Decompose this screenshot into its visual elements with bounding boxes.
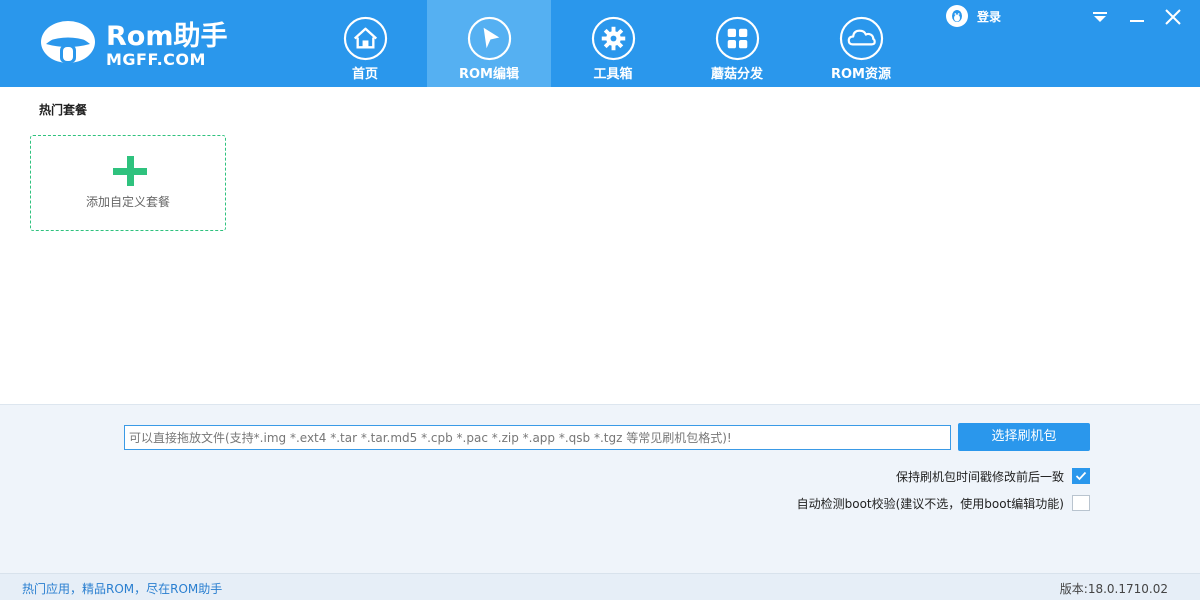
app-logo: Rom助手 MGFF.COM — [40, 20, 260, 70]
checkmark-icon — [1075, 471, 1087, 481]
login-button[interactable]: 登录 — [946, 5, 1001, 27]
dropdown-icon — [1093, 12, 1107, 22]
nav-tab-rom-edit[interactable]: ROM编辑 — [427, 0, 551, 87]
status-bar: 热门应用，精品ROM，尽在ROM助手 版本:18.0.1710.02 — [0, 573, 1200, 600]
mushroom-logo-icon — [41, 21, 95, 63]
app-logo-subtitle: MGFF.COM — [106, 50, 206, 69]
option-boot-check[interactable]: 自动检测boot校验(建议不选，使用boot编辑功能) — [797, 494, 1090, 512]
nav-tab-home-label: 首页 — [351, 67, 378, 82]
option-keep-timestamp-checkbox[interactable] — [1072, 468, 1090, 484]
grid-icon — [715, 16, 760, 61]
version-label: 版本:18.0.1710.02 — [1059, 582, 1168, 596]
nav-tab-toolbox[interactable]: 工具箱 — [551, 0, 675, 87]
option-boot-check-checkbox[interactable] — [1072, 495, 1090, 511]
gear-icon — [591, 16, 636, 61]
close-icon — [1165, 9, 1181, 25]
flash-file-drop-input[interactable] — [124, 425, 951, 450]
add-custom-package-card[interactable]: 添加自定义套餐 — [30, 135, 226, 231]
title-bar: Rom助手 MGFF.COM 首页 ROM编辑 工具箱 蘑菇分发 ROM资源 登… — [0, 0, 1200, 87]
home-icon — [343, 16, 388, 61]
cloud-icon — [839, 16, 884, 61]
option-keep-timestamp[interactable]: 保持刷机包时间戳修改前后一致 — [896, 467, 1090, 485]
menu-dropdown-button[interactable] — [1088, 6, 1112, 28]
option-boot-check-label: 自动检测boot校验(建议不选，使用boot编辑功能) — [796, 496, 1064, 511]
section-title-hot-packages: 热门套餐 — [39, 103, 88, 117]
close-button[interactable] — [1161, 6, 1185, 28]
nav-tab-rom-resources[interactable]: ROM资源 — [799, 0, 923, 87]
choose-flash-package-button[interactable]: 选择刷机包 — [958, 423, 1090, 451]
nav-tab-toolbox-label: 工具箱 — [593, 67, 633, 82]
main-nav: 首页 ROM编辑 工具箱 蘑菇分发 ROM资源 — [303, 0, 923, 87]
nav-tab-distribution[interactable]: 蘑菇分发 — [675, 0, 799, 87]
qq-penguin-icon — [946, 5, 968, 27]
nav-tab-rom-resources-label: ROM资源 — [831, 67, 891, 82]
app-logo-title: Rom助手 — [106, 21, 228, 52]
nav-tab-rom-edit-label: ROM编辑 — [459, 67, 519, 82]
nav-tab-distribution-label: 蘑菇分发 — [710, 67, 763, 82]
add-custom-package-label: 添加自定义套餐 — [85, 195, 170, 209]
nav-tab-home[interactable]: 首页 — [303, 0, 427, 87]
status-slogan: 热门应用，精品ROM，尽在ROM助手 — [22, 582, 223, 596]
minimize-button[interactable] — [1125, 6, 1149, 28]
plus-icon — [113, 156, 147, 186]
option-keep-timestamp-label: 保持刷机包时间戳修改前后一致 — [895, 469, 1064, 484]
cursor-arrow-icon — [467, 16, 512, 61]
login-label: 登录 — [977, 9, 1002, 24]
minimize-icon — [1130, 20, 1144, 22]
